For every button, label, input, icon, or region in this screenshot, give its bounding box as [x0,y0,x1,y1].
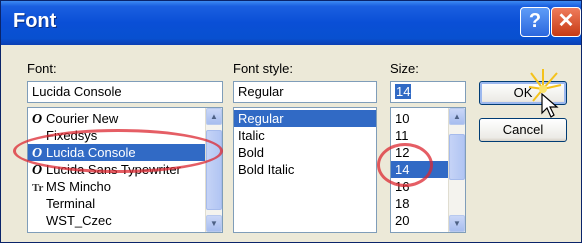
list-item-label: WST_Czec [46,213,112,228]
scroll-thumb[interactable] [449,134,465,180]
list-item[interactable]: Terminal [28,195,206,212]
opentype-font-icon: O [32,146,43,161]
list-item[interactable]: 10 [391,110,449,127]
font-label: Font: [27,61,57,76]
list-item-label: 10 [395,111,410,126]
font-list-scrollbar[interactable]: ▲ ▼ [205,108,222,232]
list-item[interactable]: 20 [391,212,449,229]
scroll-down-icon[interactable]: ▼ [206,215,222,232]
title-bar[interactable]: Font ? ✕ [1,1,581,45]
opentype-font-icon: O [32,163,43,178]
scroll-up-icon[interactable]: ▲ [206,108,222,125]
list-item-label: Terminal [46,196,96,211]
size-field[interactable]: 14 [390,81,466,103]
close-icon[interactable]: ✕ [551,7,581,37]
list-item-label: Lucida Sans Typewriter [46,162,181,177]
list-item[interactable]: 11 [391,127,449,144]
list-item[interactable]: Italic [234,127,376,144]
list-item-label: 12 [395,145,410,160]
scroll-up-icon[interactable]: ▲ [449,108,465,125]
list-item-label: Bold Italic [238,162,295,177]
list-item-label: 18 [395,196,410,211]
font-style-list[interactable]: Regular Italic Bold Bold Italic [233,107,377,233]
size-label: Size: [390,61,419,76]
list-item-label: Bold [238,145,265,160]
list-item[interactable]: 16 [391,178,449,195]
list-item[interactable]: Fixedsys [28,127,206,144]
font-style-label: Font style: [233,61,293,76]
dialog-title: Font [13,10,57,32]
list-item[interactable]: 12 [391,144,449,161]
opentype-font-icon: O [32,112,43,127]
font-style-field[interactable]: Regular [233,81,377,103]
list-item-label: 16 [395,179,410,194]
list-item[interactable]: WST_Czec [28,212,206,229]
help-icon[interactable]: ? [520,7,550,37]
scroll-down-icon[interactable]: ▼ [449,215,465,232]
list-item-label: Italic [238,128,265,143]
list-item-label: 14 [395,162,410,177]
size-field-value: 14 [395,84,412,99]
size-list-scrollbar[interactable]: ▲ ▼ [448,108,465,232]
list-item[interactable]: 14 [391,161,449,178]
list-item[interactable]: O Lucida Sans Typewriter [28,161,206,178]
scroll-thumb[interactable] [206,130,222,210]
list-item-label: MS Mincho [46,179,112,194]
list-item-label: Regular [238,111,284,126]
font-name-field[interactable]: Lucida Console [27,81,223,103]
font-dialog: Font ? ✕ Font: Lucida Console O Courier N… [0,0,582,243]
list-item[interactable]: Bold [234,144,376,161]
list-item[interactable]: O Lucida Console [28,144,206,161]
list-item-label: 20 [395,213,410,228]
list-item[interactable]: Bold Italic [234,161,376,178]
list-item-label: Courier New [46,111,119,126]
list-item[interactable]: Regular [234,110,376,127]
mouse-cursor-icon [541,93,559,118]
font-list[interactable]: O Courier New Fixedsys O Lucida Console O Luci… [27,107,223,233]
list-item[interactable]: O Courier New [28,110,206,127]
list-item[interactable]: 18 [391,195,449,212]
size-list[interactable]: 10 11 12 14 16 18 20 ▲ ▼ [390,107,466,233]
list-item-label: 11 [395,128,409,143]
list-item-label: Lucida Console [46,145,136,160]
list-item[interactable]: Tr MS Mincho [28,178,206,195]
list-item-label: Fixedsys [46,128,98,143]
